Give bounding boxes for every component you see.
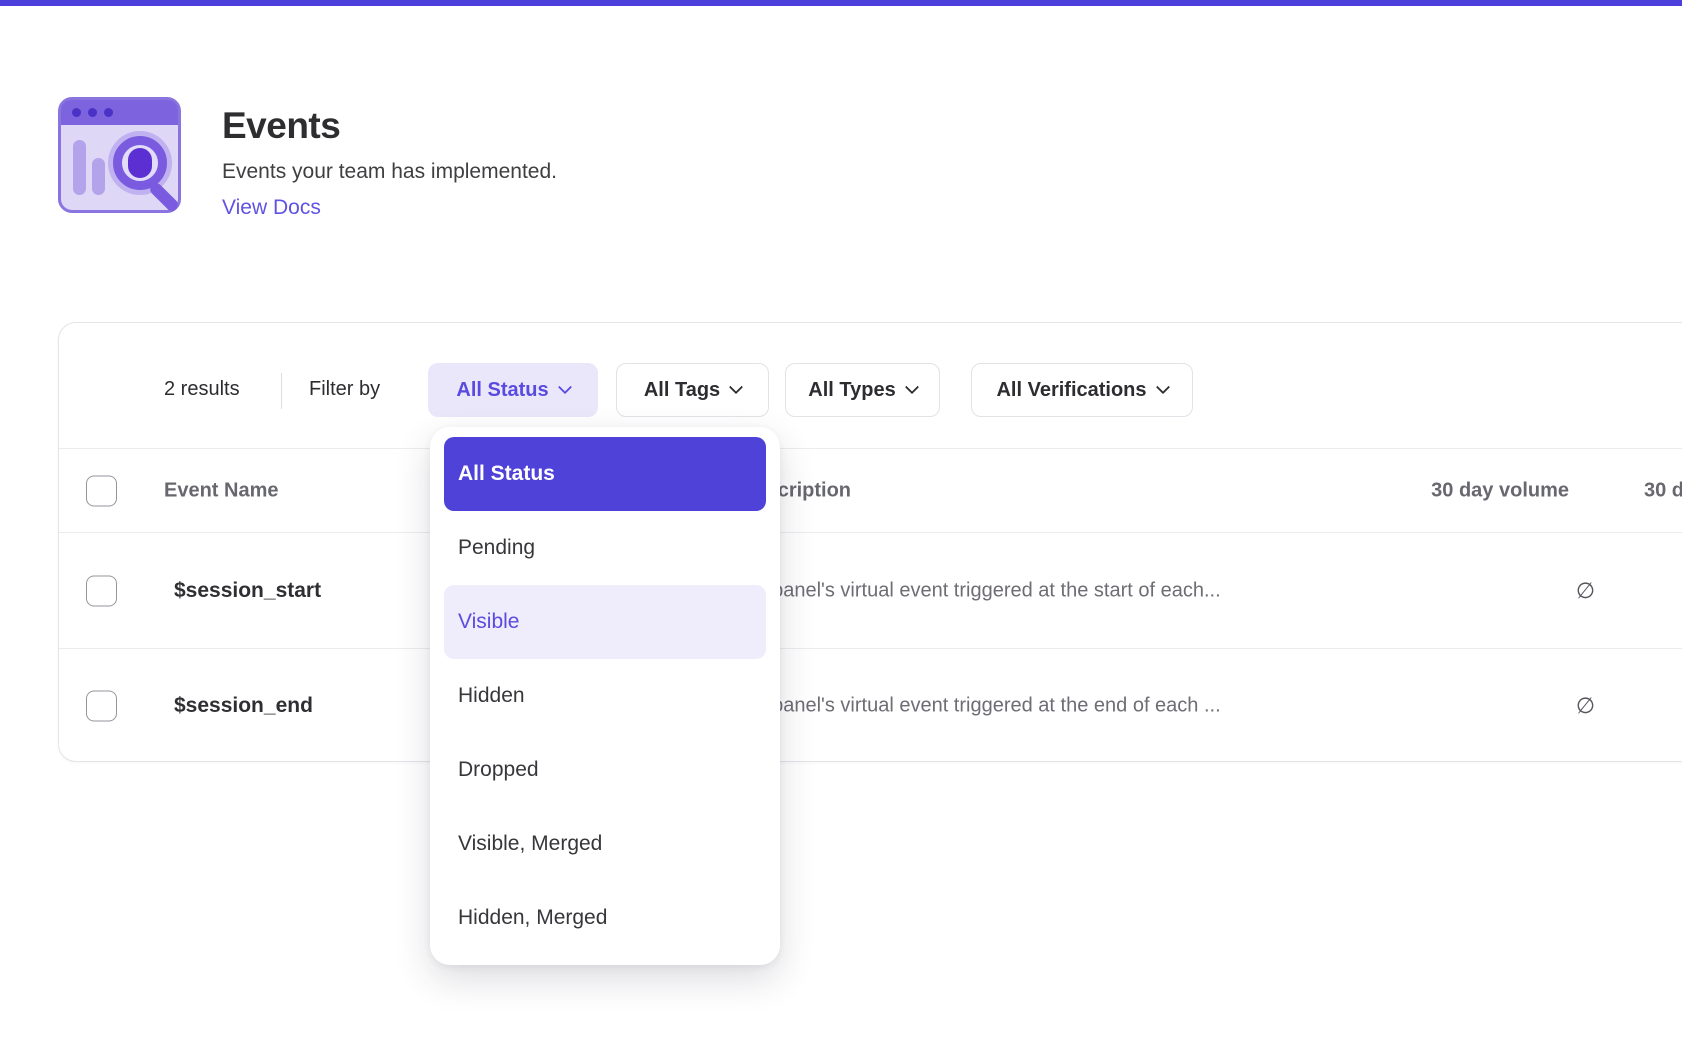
- browser-window-icon: [61, 100, 178, 125]
- table-row-session-end[interactable]: $session_end Mixpanel's virtual event tr…: [59, 649, 1682, 763]
- window-dot-icon: [72, 108, 81, 117]
- event-30-day-volume: ∅: [1359, 578, 1595, 604]
- filter-all-status[interactable]: All Status: [428, 363, 598, 417]
- column-header-30-day-volume[interactable]: 30 day volume: [1309, 479, 1569, 502]
- event-description: Mixpanel's virtual event triggered at th…: [741, 579, 1221, 602]
- dropdown-item-hidden[interactable]: Hidden: [444, 659, 766, 733]
- select-all-checkbox[interactable]: [86, 475, 117, 506]
- toolbar-divider: [281, 373, 282, 409]
- events-page-icon: [58, 97, 181, 213]
- event-30-day-volume: ∅: [1359, 693, 1595, 719]
- chevron-down-icon: [558, 380, 572, 394]
- page-subtitle: Events your team has implemented.: [222, 158, 557, 186]
- dropdown-item-hidden-merged[interactable]: Hidden, Merged: [444, 881, 766, 955]
- row-checkbox[interactable]: [86, 691, 117, 722]
- magnifier-handle: [148, 181, 181, 214]
- event-name: $session_start: [174, 579, 321, 603]
- filter-label: All Verifications: [996, 379, 1146, 402]
- chevron-down-icon: [905, 380, 919, 394]
- results-count: 2 results: [164, 378, 240, 401]
- window-dot-icon: [88, 108, 97, 117]
- window-dot-icon: [104, 108, 113, 117]
- filter-all-types[interactable]: All Types: [785, 363, 940, 417]
- dropdown-item-visible-merged[interactable]: Visible, Merged: [444, 807, 766, 881]
- table-header-row: Event Name Description 30 day volume 30 …: [59, 448, 1682, 533]
- table-row-session-start[interactable]: $session_start Mixpanel's virtual event …: [59, 533, 1682, 649]
- filter-label: All Tags: [644, 379, 720, 402]
- filter-all-tags[interactable]: All Tags: [616, 363, 769, 417]
- status-filter-dropdown: All Status Pending Visible Hidden Droppe…: [430, 427, 780, 965]
- filter-label: All Types: [808, 379, 895, 402]
- filter-by-label: Filter by: [309, 378, 380, 401]
- column-header-event-name[interactable]: Event Name: [164, 479, 279, 502]
- event-description: Mixpanel's virtual event triggered at th…: [741, 695, 1221, 718]
- filter-all-verifications[interactable]: All Verifications: [971, 363, 1193, 417]
- event-name: $session_end: [174, 694, 313, 718]
- chevron-down-icon: [729, 380, 743, 394]
- dropdown-item-all-status[interactable]: All Status: [444, 437, 766, 511]
- magnifier-lens: [128, 148, 152, 178]
- events-page: Events Events your team has implemented.…: [0, 0, 1682, 1046]
- chart-bar-icon: [73, 140, 86, 195]
- dropdown-item-pending[interactable]: Pending: [444, 511, 766, 585]
- view-docs-link[interactable]: View Docs: [222, 194, 321, 222]
- page-title: Events: [222, 105, 340, 147]
- filter-label: All Status: [456, 379, 548, 402]
- magnifier-icon: [113, 136, 167, 190]
- dropdown-item-dropped[interactable]: Dropped: [444, 733, 766, 807]
- chevron-down-icon: [1155, 380, 1169, 394]
- row-checkbox[interactable]: [86, 575, 117, 606]
- column-header-truncated[interactable]: 30 d: [1644, 479, 1682, 502]
- top-accent-bar: [0, 0, 1682, 6]
- events-table-card: 2 results Filter by All Status All Tags …: [58, 322, 1682, 762]
- dropdown-item-visible[interactable]: Visible: [444, 585, 766, 659]
- chart-bar-icon: [92, 158, 105, 195]
